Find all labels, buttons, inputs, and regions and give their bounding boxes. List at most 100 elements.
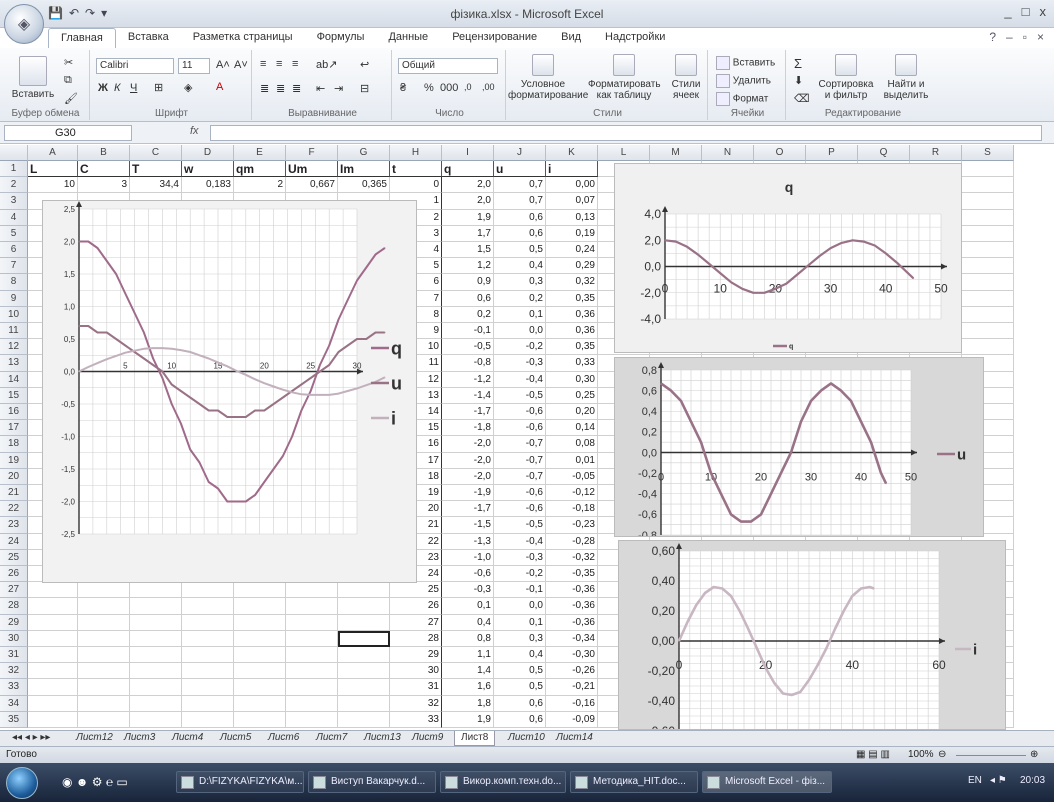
row-header[interactable]: 20 [0,468,28,485]
chart-u[interactable]: 0 10 20 30 40 50 0,8 0,6 0,4 0,2 0,0 -0,2 -0,4 -0,6 -0… [614,357,984,537]
grid-cell[interactable] [962,193,1014,210]
column-header[interactable]: A [28,145,78,161]
value-cell[interactable]: -0,4 [494,371,546,388]
value-cell[interactable]: -0,4 [494,533,546,550]
font-size-combo[interactable]: 11 [178,58,210,74]
grid-cell[interactable] [78,647,130,664]
maximize-button[interactable]: □ [1022,4,1030,19]
font-name-combo[interactable]: Calibri [96,58,174,74]
row-header[interactable]: 19 [0,452,28,469]
value-cell[interactable]: 0,6 [494,209,546,226]
align-right-icon[interactable]: ≣ [292,82,301,95]
value-cell[interactable]: 0,29 [546,258,598,275]
grid-cell[interactable] [962,225,1014,242]
value-cell[interactable]: -1,8 [442,420,494,437]
grid-cell[interactable] [338,614,390,631]
language-indicator[interactable]: EN [968,775,982,786]
param-value-cell[interactable]: 3 [78,177,130,194]
grid-cell[interactable] [28,630,78,647]
grid-cell[interactable] [234,630,286,647]
value-cell[interactable]: 0,5 [494,679,546,696]
grid-cell[interactable] [338,711,390,728]
value-cell[interactable]: 0,14 [546,420,598,437]
grid-cell[interactable] [130,711,182,728]
grid-cell[interactable] [182,582,234,599]
column-header[interactable]: M [650,145,702,161]
number-format-combo[interactable]: Общий [398,58,498,74]
row-header[interactable]: 15 [0,387,28,404]
worksheet-grid[interactable]: A B C D E F G H I J K L M N O P Q R S 1 2 3 4 5 6 7 8 9 10 11 12 13 14 15… [0,145,1054,730]
underline-button[interactable]: Ч [130,82,137,94]
param-value-cell[interactable]: 10 [28,177,78,194]
value-cell[interactable]: -0,7 [494,436,546,453]
value-cell[interactable]: -0,7 [494,452,546,469]
value-cell[interactable]: 1,9 [442,711,494,728]
param-header-cell[interactable]: C [78,161,130,178]
decrease-decimal-icon[interactable]: ,00 [482,82,495,92]
copy-icon[interactable]: ⧉ [64,74,72,87]
value-cell[interactable]: 0,4 [494,647,546,664]
grid-cell[interactable] [962,209,1014,226]
chart-i[interactable]: 02040600,600,400,200,00-0,20-0,40-0,60i [618,540,1006,730]
grid-cell[interactable] [234,582,286,599]
value-cell[interactable]: 0,30 [546,371,598,388]
value-cell[interactable]: 0,20 [546,404,598,421]
row-header[interactable]: 26 [0,566,28,583]
grid-cell[interactable] [234,679,286,696]
table-header-cell[interactable]: t [390,161,442,178]
grid-cell[interactable] [962,323,1014,340]
orientation-icon[interactable]: ab↗ [316,58,337,71]
grid-cell[interactable] [78,663,130,680]
zoom-in-icon[interactable]: ⊕ [1030,749,1038,760]
column-header[interactable]: O [754,145,806,161]
value-cell[interactable]: -0,35 [546,566,598,583]
autosum-icon[interactable]: Σ [794,56,802,71]
tab-page-layout[interactable]: Разметка страницы [181,28,305,48]
value-cell[interactable]: 0,3 [494,630,546,647]
grid-cell[interactable] [78,630,130,647]
value-cell[interactable]: 0,1 [442,598,494,615]
row-header[interactable]: 6 [0,242,28,259]
value-cell[interactable]: -0,3 [494,549,546,566]
conditional-formatting-button[interactable]: Условное форматирование [508,54,588,101]
row-header[interactable]: 25 [0,549,28,566]
grid-cell[interactable] [286,647,338,664]
time-cell[interactable]: 29 [390,647,442,664]
value-cell[interactable]: -0,21 [546,679,598,696]
row-header[interactable]: 30 [0,630,28,647]
grid-cell[interactable] [338,630,390,647]
value-cell[interactable]: -1,7 [442,404,494,421]
value-cell[interactable]: 0,33 [546,355,598,372]
value-cell[interactable]: -0,1 [494,582,546,599]
workbook-restore-icon[interactable]: ▫ [1023,30,1027,44]
increase-indent-icon[interactable]: ⇥ [334,82,343,95]
taskbar-item-folder[interactable]: D:\FIZYKA\FIZYKA\м... [176,771,304,793]
sort-filter-button[interactable]: Сортировка и фильтр [818,54,874,101]
time-cell[interactable]: 31 [390,679,442,696]
column-header[interactable]: R [910,145,962,161]
row-header[interactable]: 28 [0,598,28,615]
grid-cell[interactable] [28,582,78,599]
row-header[interactable]: 34 [0,695,28,712]
row-header[interactable]: 31 [0,647,28,664]
currency-icon[interactable]: ₴ [400,82,406,94]
format-painter-icon[interactable]: 🖌 [64,92,78,105]
grid-cell[interactable] [338,582,390,599]
table-header-cell[interactable]: u [494,161,546,178]
sheet-tab[interactable]: Лист14 [550,731,599,746]
time-cell[interactable]: 25 [390,582,442,599]
value-cell[interactable]: 0,19 [546,225,598,242]
value-cell[interactable]: -0,5 [494,517,546,534]
value-cell[interactable]: -0,32 [546,549,598,566]
column-header[interactable]: P [806,145,858,161]
value-cell[interactable]: -0,34 [546,630,598,647]
sheet-tab[interactable]: Лист5 [214,731,257,746]
row-header[interactable]: 32 [0,663,28,680]
tray-icons[interactable]: ◂ ⚑ [990,775,1007,786]
value-cell[interactable]: -0,2 [494,566,546,583]
value-cell[interactable]: 0,7 [494,177,546,194]
grid-cell[interactable] [130,679,182,696]
value-cell[interactable]: 1,9 [442,209,494,226]
value-cell[interactable]: -0,3 [442,582,494,599]
value-cell[interactable]: -0,36 [546,614,598,631]
